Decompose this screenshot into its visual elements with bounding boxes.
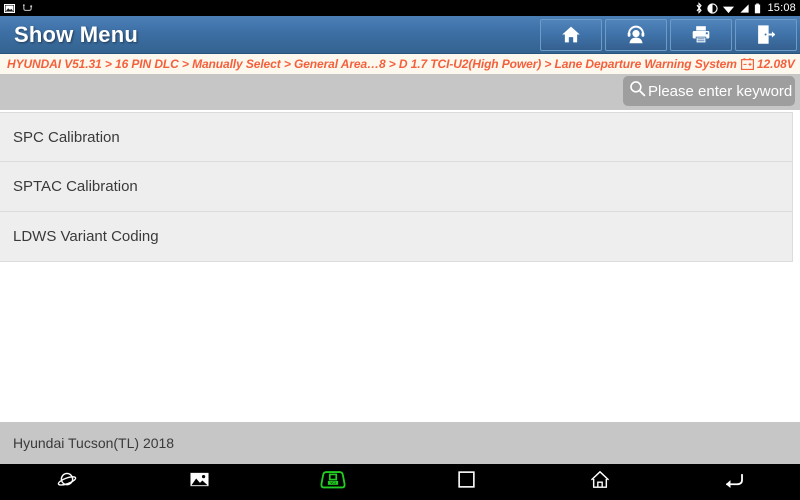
page-title: Show Menu xyxy=(14,21,139,47)
signal-icon xyxy=(739,3,750,14)
home-button[interactable] xyxy=(540,18,602,51)
vci-connector-icon: VCI xyxy=(320,470,346,495)
list-item[interactable]: SPC Calibration xyxy=(0,112,793,162)
android-status-bar: 15:08 xyxy=(0,0,800,16)
printer-icon xyxy=(690,24,712,45)
menu-item-label: SPTAC Calibration xyxy=(13,178,138,195)
home-outline-icon xyxy=(590,470,610,494)
breadcrumb-path: HYUNDAI V51.31 > 16 PIN DLC > Manually S… xyxy=(7,57,737,71)
back-arrow-icon xyxy=(723,471,744,494)
list-item[interactable]: SPTAC Calibration xyxy=(0,162,793,212)
battery-icon xyxy=(754,3,761,14)
recents-button[interactable] xyxy=(400,464,533,500)
svg-text:VCI: VCI xyxy=(331,481,337,485)
vehicle-info-bar: Hyundai Tucson(TL) 2018 xyxy=(0,422,800,464)
support-button[interactable] xyxy=(605,18,667,51)
wifi-icon xyxy=(722,3,735,14)
list-item[interactable]: LDWS Variant Coding xyxy=(0,212,793,262)
vci-button[interactable]: VCI xyxy=(267,464,400,500)
app-screen: 15:08 Show Menu HYUNDAI V51.31 > 16 PIN … xyxy=(0,0,800,500)
bluetooth-icon xyxy=(695,2,703,14)
android-nav-bar: VCI xyxy=(0,464,800,500)
app-title-bar: Show Menu xyxy=(0,16,800,54)
square-icon xyxy=(458,471,475,493)
status-left-icons xyxy=(4,3,33,14)
home-icon xyxy=(560,24,582,45)
planet-icon xyxy=(57,470,77,495)
image-icon xyxy=(190,471,210,493)
screenshot-icon xyxy=(4,3,15,14)
usb-icon xyxy=(22,3,33,14)
battery-voltage: 12.08V xyxy=(756,57,795,71)
back-button[interactable] xyxy=(667,464,800,500)
toolbar-buttons xyxy=(540,16,800,53)
status-right-icons: 15:08 xyxy=(695,2,796,14)
car-battery-icon xyxy=(740,58,754,70)
status-clock: 15:08 xyxy=(767,2,796,14)
menu-list: SPC Calibration SPTAC Calibration LDWS V… xyxy=(0,110,800,430)
exit-button[interactable] xyxy=(735,18,797,51)
search-icon xyxy=(629,80,646,102)
search-placeholder: Please enter keyword xyxy=(648,82,793,100)
headset-person-icon xyxy=(625,24,647,45)
breadcrumb: HYUNDAI V51.31 > 16 PIN DLC > Manually S… xyxy=(0,54,800,74)
dnd-icon xyxy=(707,2,719,14)
menu-item-label: SPC Calibration xyxy=(13,128,120,146)
browser-button[interactable] xyxy=(0,464,133,500)
search-input[interactable]: Please enter keyword xyxy=(623,76,795,106)
home-nav-button[interactable] xyxy=(533,464,666,500)
search-strip: Please enter keyword xyxy=(0,74,800,110)
print-button[interactable] xyxy=(670,18,732,51)
gallery-button[interactable] xyxy=(133,464,266,500)
menu-item-label: LDWS Variant Coding xyxy=(13,228,159,245)
exit-door-icon xyxy=(755,24,777,45)
vehicle-label: Hyundai Tucson(TL) 2018 xyxy=(13,435,175,451)
